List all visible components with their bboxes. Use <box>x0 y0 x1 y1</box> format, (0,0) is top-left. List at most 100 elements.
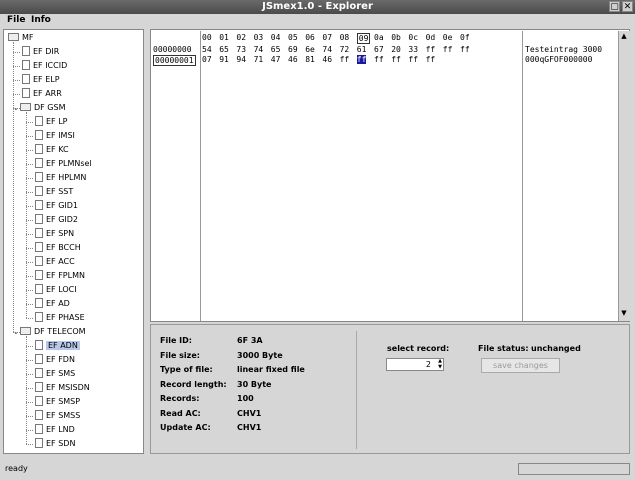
tree-item-ef-lp[interactable]: EF LP <box>35 115 67 129</box>
tree-connector <box>26 416 33 417</box>
row-offset[interactable]: 00000001 <box>153 55 196 66</box>
tree-item-ef-dir[interactable]: EF DIR <box>22 45 59 59</box>
hex-byte-cell[interactable]: 6e <box>305 45 315 54</box>
tree-item-ef-fplmn[interactable]: EF FPLMN <box>35 269 85 283</box>
file-icon <box>35 158 43 168</box>
tree-item-ef-gid2[interactable]: EF GID2 <box>35 213 78 227</box>
tree-item-ef-kc[interactable]: EF KC <box>35 143 69 157</box>
column-header: 04 <box>270 33 281 42</box>
file-icon <box>35 424 43 434</box>
hex-byte-cell[interactable]: 94 <box>236 55 246 64</box>
hex-editor[interactable]: 00000000 00000001 00 01 02 03 04 05 06 07 08 09 0a 0… <box>150 29 630 322</box>
hex-byte-cell[interactable]: 46 <box>288 55 298 64</box>
hex-byte-cell[interactable]: 61 <box>357 45 367 54</box>
file-info-panel: File ID: 6F 3A File size: 3000 Byte Type of … <box>150 324 630 454</box>
file-icon <box>22 46 30 56</box>
maximize-icon[interactable]: ▢ <box>609 1 620 12</box>
tree-connector <box>13 94 20 95</box>
tree-item-ef-loci[interactable]: EF LOCI <box>35 283 77 297</box>
tree-item-ef-phase[interactable]: EF PHASE <box>35 311 85 325</box>
hex-byte-cell[interactable]: 07 <box>202 55 212 64</box>
tree-item-df-gsm[interactable]: DF GSM <box>20 101 65 115</box>
tree-item-ef-msisdn[interactable]: EF MSISDN <box>35 381 90 395</box>
close-icon[interactable]: ✕ <box>622 1 633 12</box>
tree-item-ef-sst[interactable]: EF SST <box>35 185 73 199</box>
column-header: 0e <box>442 33 453 42</box>
record-spinner[interactable]: 2 ▲ ▼ <box>386 358 444 371</box>
save-changes-button[interactable]: save changes <box>481 358 560 373</box>
expand-toggle-icon[interactable]: ⌄ <box>13 329 19 336</box>
menu-info[interactable]: Info <box>31 15 51 25</box>
tree-item-ef-elp[interactable]: EF ELP <box>22 73 60 87</box>
hex-byte-cell[interactable]: 91 <box>219 55 229 64</box>
hex-byte-cell[interactable]: ff <box>340 55 350 64</box>
hex-byte-cell[interactable]: 69 <box>288 45 298 54</box>
hex-byte-cell[interactable]: 72 <box>340 45 350 54</box>
hex-byte-cell[interactable]: 73 <box>236 45 246 54</box>
tree-connector <box>26 290 33 291</box>
spinner-down-icon[interactable]: ▼ <box>438 365 442 370</box>
column-header: 0d <box>425 33 436 42</box>
column-header: 03 <box>253 33 264 42</box>
hex-cursor-cell[interactable]: ff <box>356 55 367 64</box>
hex-byte-cell[interactable]: 33 <box>408 45 418 54</box>
tree-item-ef-sdn[interactable]: EF SDN <box>35 437 75 451</box>
tree-item-ef-ad[interactable]: EF AD <box>35 297 70 311</box>
file-icon <box>35 130 43 140</box>
hex-data-grid[interactable]: 00 01 02 03 04 05 06 07 08 09 0a 0b 0c 0d 0e 0f 54 65 73 74… <box>201 31 521 321</box>
hex-byte-cell[interactable]: 65 <box>219 45 229 54</box>
file-icon <box>35 368 43 378</box>
tree-item-ef-gid1[interactable]: EF GID1 <box>35 199 78 213</box>
hex-byte-cell[interactable]: 54 <box>202 45 212 54</box>
menu-file[interactable]: File <box>7 15 25 25</box>
tree-connector <box>26 430 33 431</box>
tree-item-ef-smss[interactable]: EF SMSS <box>35 409 80 423</box>
tree-item-ef-adn[interactable]: EF ADN <box>35 339 80 353</box>
tree-item-ef-plmnsel[interactable]: EF PLMNsel <box>35 157 92 171</box>
hex-byte-cell[interactable]: ff <box>391 55 401 64</box>
tree-item-label: EF HPLMN <box>46 173 87 182</box>
file-tree[interactable]: MF EF DIR EF ICCID EF ELP EF ARR DF GSM ⌄ EF LP… <box>3 29 144 454</box>
hex-byte-cell[interactable]: ff <box>460 45 470 54</box>
hex-byte-cell[interactable]: 81 <box>305 55 315 64</box>
hex-byte-cell[interactable]: ff <box>443 45 453 54</box>
menu-bar: File Info <box>0 14 635 28</box>
file-status-label: File status: <box>478 344 529 353</box>
tree-connector <box>26 220 33 221</box>
hex-byte-cell[interactable]: 47 <box>271 55 281 64</box>
tree-item-ef-arr[interactable]: EF ARR <box>22 87 62 101</box>
hex-byte-cell[interactable]: ff <box>426 45 436 54</box>
expand-toggle-icon[interactable]: ⌄ <box>13 105 19 112</box>
scroll-up-icon[interactable]: ▲ <box>620 32 628 41</box>
file-icon <box>22 60 30 70</box>
tree-item-label: EF ADN <box>46 341 80 350</box>
hex-byte-cell[interactable]: 71 <box>254 55 264 64</box>
hex-byte-cell[interactable]: ff <box>408 55 418 64</box>
tree-item-ef-spn[interactable]: EF SPN <box>35 227 74 241</box>
tree-item-ef-hplmn[interactable]: EF HPLMN <box>35 171 86 185</box>
hex-byte-cell[interactable]: ff <box>374 55 384 64</box>
tree-item-ef-sms[interactable]: EF SMS <box>35 367 75 381</box>
tree-item-ef-acc[interactable]: EF ACC <box>35 255 75 269</box>
tree-item-ef-lnd[interactable]: EF LND <box>35 423 75 437</box>
row-offset[interactable]: 00000000 <box>153 45 192 54</box>
hex-byte-cell[interactable]: 67 <box>374 45 384 54</box>
scroll-down-icon[interactable]: ▼ <box>620 309 628 318</box>
tree-item-ef-imsi[interactable]: EF IMSI <box>35 129 75 143</box>
hex-byte-cell[interactable]: 74 <box>254 45 264 54</box>
tree-item-mf[interactable]: MF <box>8 31 34 45</box>
hex-byte-cell[interactable]: ff <box>426 55 436 64</box>
tree-item-ef-iccid[interactable]: EF ICCID <box>22 59 67 73</box>
hex-byte-cell[interactable]: 74 <box>322 45 332 54</box>
tree-item-ef-fdn[interactable]: EF FDN <box>35 353 75 367</box>
file-icon <box>35 172 43 182</box>
hex-byte-cell[interactable]: 46 <box>322 55 332 64</box>
vertical-scrollbar[interactable]: ▲ ▼ <box>618 31 630 321</box>
column-header: 05 <box>288 33 298 42</box>
tree-item-ef-bcch[interactable]: EF BCCH <box>35 241 81 255</box>
hex-byte-cell[interactable]: 20 <box>391 45 401 54</box>
column-header: 0b <box>391 33 401 42</box>
tree-item-ef-smsp[interactable]: EF SMSP <box>35 395 80 409</box>
tree-item-df-telecom[interactable]: DF TELECOM <box>20 325 86 339</box>
hex-byte-cell[interactable]: 65 <box>271 45 281 54</box>
